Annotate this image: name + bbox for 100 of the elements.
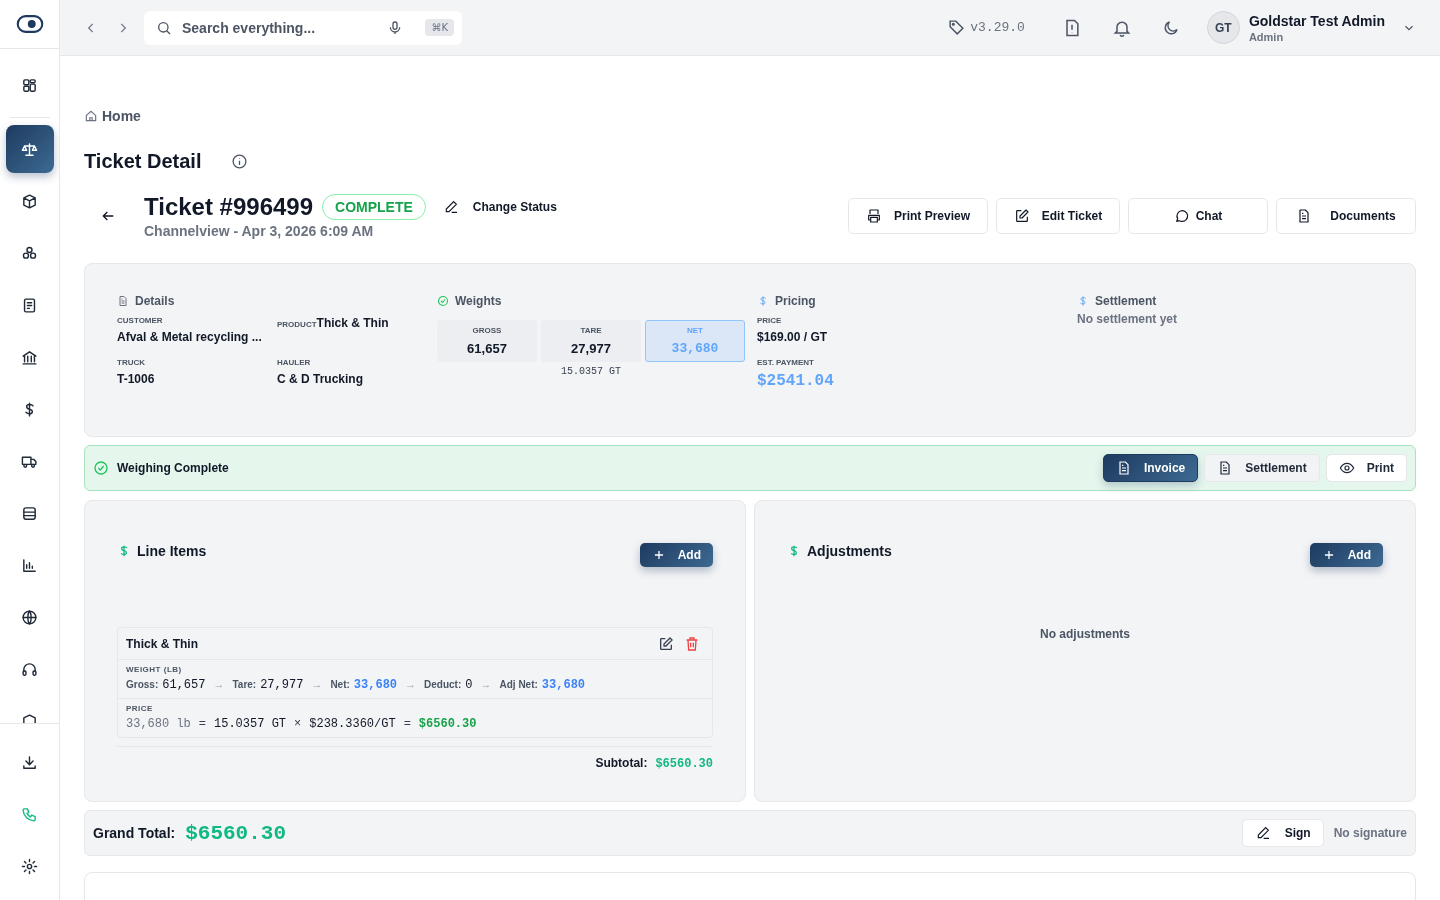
phone-icon [21,805,38,823]
step-label: Deduct: [424,679,462,690]
step-label: Gross: [126,679,159,690]
eye-icon [1338,460,1355,476]
bar-chart-icon [21,556,38,574]
empty-message: No adjustments [1040,627,1130,643]
page-title: Ticket Detail [84,150,202,173]
arrow-separator: → [405,678,417,690]
home-icon [84,109,98,123]
check-circle-icon [437,295,449,307]
formula-term: = [403,717,411,731]
user-avatar[interactable]: GT [1206,11,1240,44]
user-name: Goldstar Test Admin [1248,12,1385,29]
document-tab[interactable]: Settlement [1204,454,1320,482]
conversion-value: 15.0357 GT [561,366,621,377]
field-value: Thick & Thin [316,316,389,330]
field-value: Afval & Metal recycling ... [117,330,263,344]
sidebar-item[interactable] [5,125,54,173]
step-value: 33,680 [353,678,398,692]
field-label: EST. PAYMENT [757,358,815,367]
arrow-separator: → [311,678,323,690]
action-button[interactable]: Print Preview [848,198,988,234]
action-button[interactable]: Edit Ticket [996,198,1120,234]
weight-tile: NET 33,680 [645,320,745,362]
logo-icon [15,13,44,35]
arrow-separator: → [213,678,225,690]
bank-icon [21,348,38,366]
field-value: C & D Trucking [277,372,364,386]
panel-title: Line Items [137,543,207,559]
formula-term: 15.0357 GT [214,717,287,731]
step-label: Tare: [232,679,257,690]
field-value: T-1006 [117,372,156,386]
add-button[interactable]: Add [639,543,713,567]
receipt-icon [21,296,38,314]
step-label: Net: [330,679,350,690]
edit-icon [1013,208,1030,224]
add-button[interactable]: Add [1309,543,1383,567]
printer-icon [866,208,882,224]
breadcrumb-link[interactable]: Home [102,108,141,124]
dollar-icon [1077,295,1089,307]
weight-tile: GROSS 61,657 [437,320,537,362]
field-label: HAULER [277,358,312,367]
step-value: 0 [465,678,473,692]
download-icon [21,753,38,771]
payment-value: $2541.04 [757,372,835,390]
change-status-button[interactable]: Change Status [434,199,565,215]
section-heading: Details [135,294,175,308]
panel-title: Adjustments [807,543,892,559]
signature-status: No signature [1333,826,1407,840]
step-value: 33,680 [541,678,586,692]
action-button[interactable]: Chat [1128,198,1268,234]
total-label: Grand Total: [93,825,176,841]
formula-term: $6560.30 [418,717,477,731]
field-label: PRICE [757,316,783,325]
document-tab[interactable]: Invoice [1102,454,1199,482]
dashboard-icon [21,76,38,94]
section-heading: Pricing [775,294,816,308]
user-role: Admin [1248,30,1285,43]
search-icon [156,19,172,36]
sign-button[interactable]: Sign [1241,819,1324,847]
search-bar[interactable]: Search everything... ⌘K [144,10,462,45]
formula-term: × [294,717,302,731]
shortcut-badge: ⌘K [425,19,454,36]
dollar-icon [757,295,769,307]
server-icon [21,504,38,522]
globe-icon [21,608,38,626]
section-label: WEIGHT (LB) [126,665,183,674]
trash-icon[interactable] [684,636,700,652]
section-heading: Settlement [1095,294,1157,308]
document-tab[interactable]: Print [1325,454,1407,482]
banner-text: Weighing Complete [117,461,229,475]
scale-icon [21,140,38,158]
subtotal-label: Subtotal: [595,756,648,770]
step-value: 61,657 [162,678,206,692]
field-label: TRUCK [117,358,146,367]
tag-icon [948,19,966,36]
info-icon[interactable] [231,153,249,170]
search-field[interactable]: Search everything... [180,18,380,37]
field-label: CUSTOMER [117,316,164,325]
section-heading: Weights [455,294,502,308]
document-icon [117,295,129,307]
line-item-name: Thick & Thin [126,637,198,651]
settlement-status: No settlement yet [1077,312,1178,326]
edit-icon[interactable] [658,636,674,652]
total-value: $6560.30 [185,821,286,845]
formula-term: 33,680 lb [126,717,191,731]
circles-icon [21,244,38,262]
ticket-title: Ticket #996499 [144,193,314,221]
arrow-separator: → [480,678,492,690]
section-label: PRICE [126,704,154,713]
step-label: Adj Net: [499,679,538,690]
subtotal-value: $6560.30 [655,757,713,771]
version-label: v3.29.0 [970,20,1025,35]
check-circle-icon [93,460,109,476]
ticket-subtitle: Channelview - Apr 3, 2026 6:09 AM [144,223,375,239]
field-label: PRODUCT [277,320,317,329]
action-button[interactable]: Documents [1276,198,1416,234]
step-value: 27,977 [260,678,304,692]
weight-tile: TARE 27,977 [541,320,641,362]
headphones-icon [21,660,38,678]
